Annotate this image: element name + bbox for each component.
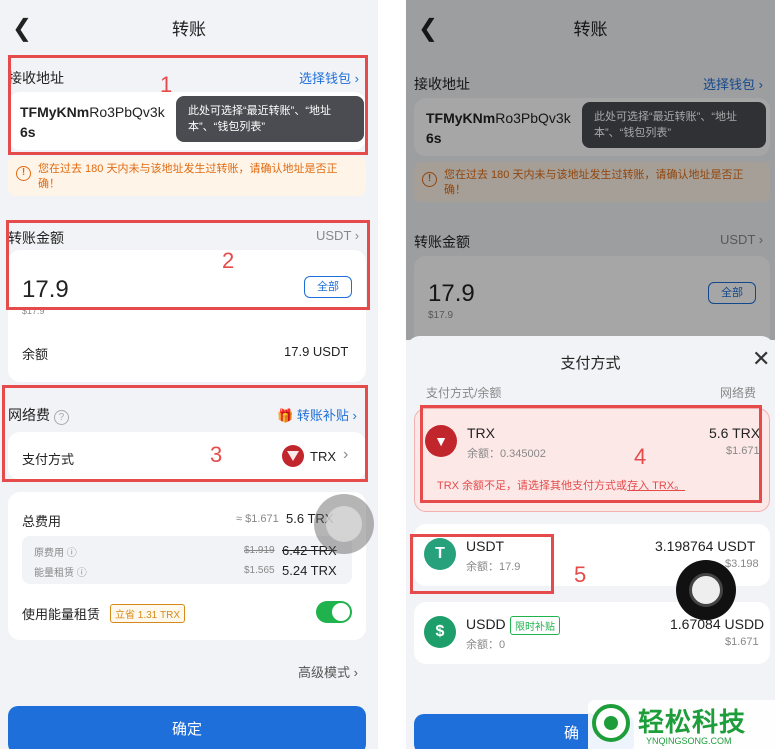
touch-indicator xyxy=(314,494,374,554)
usdd-coin-icon: $ xyxy=(424,616,456,648)
address-warning: ! 您在过去 180 天内未与该地址发生过转账，请确认地址是否正确！ xyxy=(8,156,366,196)
confirm-button[interactable]: 确定 xyxy=(8,706,366,749)
warning-icon: ! xyxy=(16,166,31,181)
option-fee-usd: $1.671 xyxy=(725,636,759,648)
watermark-text: 轻松科技 xyxy=(638,707,747,737)
annotation-box-3 xyxy=(2,385,368,482)
option-fee: 3.198764 USDT xyxy=(655,538,756,554)
save-badge: 立省 1.31 TRX xyxy=(110,604,186,623)
total-fee-card: 总费用 ≈ $1.671 5.6 TRX 原费用 ⓘ $1.919 6.42 T… xyxy=(8,492,366,640)
chevron-right-icon: › xyxy=(353,665,358,680)
energy-rent-value: 5.24 TRX xyxy=(282,563,337,578)
touch-indicator xyxy=(676,560,736,620)
original-fee-label: 原费用 ⓘ xyxy=(34,544,77,559)
close-icon[interactable]: ✕ xyxy=(752,346,770,372)
energy-rent-label: 能量租赁 ⓘ xyxy=(34,564,87,579)
watermark: 轻松科技 YNQINGSONG.COM xyxy=(588,700,775,749)
energy-rent-usd: $1.565 xyxy=(244,565,275,576)
annotation-number-1: 1 xyxy=(160,72,173,97)
annotation-box-5 xyxy=(410,534,554,594)
fee-breakdown: 原费用 ⓘ $1.919 6.42 TRX 能量租赁 ⓘ $1.565 5.24… xyxy=(22,536,352,584)
option-fee: 1.67084 USDD xyxy=(670,616,765,632)
original-fee-usd: $1.919 xyxy=(244,545,275,556)
warning-text: 您在过去 180 天内未与该地址发生过转账，请确认地址是否正确！ xyxy=(38,163,338,190)
annotation-number-3: 3 xyxy=(210,442,223,467)
annotation-number-2: 2 xyxy=(222,248,235,273)
option-name: USDD xyxy=(466,616,506,632)
balance-label: 余额 xyxy=(22,347,49,362)
touch-indicator-center xyxy=(689,573,723,607)
annotation-box-4 xyxy=(420,405,762,503)
modal-overlay[interactable] xyxy=(406,0,775,340)
page-title: 转账 xyxy=(172,20,206,39)
balance-value: 17.9 USDT xyxy=(284,344,349,359)
touch-indicator-center xyxy=(326,506,362,542)
nav-bar: ❮ 转账 xyxy=(0,0,378,52)
right-screen: ❮ 转账 接收地址 选择钱包 › TFMyKNmRo3PbQv3k 6s 此处可… xyxy=(406,0,775,749)
watermark-logo-icon xyxy=(592,704,630,742)
advanced-mode-link[interactable]: 高级模式 › xyxy=(298,662,358,681)
annotation-box-1 xyxy=(8,55,368,155)
original-fee-text: 原费用 xyxy=(34,548,64,559)
option-balance: 余额：0 xyxy=(466,639,506,651)
annotation-box-2 xyxy=(6,220,370,310)
option-fee-usd: $3.198 xyxy=(725,558,759,570)
annotation-number-4: 4 xyxy=(634,444,647,469)
help-icon[interactable]: ⓘ xyxy=(77,568,87,579)
left-screen: ❮ 转账 接收地址 选择钱包 › TFMyKNmRo3PbQv3k 6s 此处可… xyxy=(0,0,378,749)
help-icon[interactable]: ⓘ xyxy=(67,548,77,559)
sheet-title: 支付方式 xyxy=(560,355,621,372)
column-method-balance: 支付方式/余额 xyxy=(426,386,502,400)
watermark-logo-dot xyxy=(604,716,618,730)
total-fee-label: 总费用 xyxy=(22,514,62,529)
watermark-url: YNQINGSONG.COM xyxy=(646,736,732,746)
limited-subsidy-badge: 限时补贴 xyxy=(510,616,560,635)
column-network-fee: 网络费 xyxy=(720,386,757,400)
energy-rent-toggle[interactable] xyxy=(316,601,352,623)
total-fee-usd: ≈ $1.671 xyxy=(236,513,279,525)
advanced-mode-label: 高级模式 xyxy=(298,665,351,680)
energy-rent-text: 能量租赁 xyxy=(34,568,74,579)
use-energy-label: 使用能量租赁 xyxy=(22,607,101,622)
annotation-number-5: 5 xyxy=(574,562,587,587)
